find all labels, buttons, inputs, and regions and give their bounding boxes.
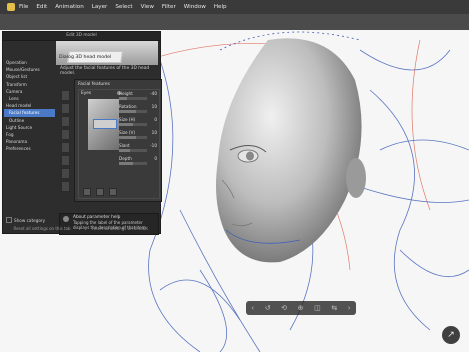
eye-preset-buttons bbox=[83, 188, 117, 196]
menu-edit[interactable]: Edit bbox=[36, 4, 47, 10]
facial-features-title: Facial features bbox=[78, 82, 110, 87]
prop-height[interactable]: Height -40 bbox=[119, 91, 157, 100]
eye-highlight bbox=[93, 119, 117, 129]
eyes-title: Eyes bbox=[81, 91, 92, 96]
canvas-control-bar: ‹ ↺ ⟲ ⊕ ◫ ⇆ › bbox=[246, 301, 356, 315]
category-panorama[interactable]: Panorama bbox=[4, 138, 55, 145]
prop-rotation-value: 10 bbox=[151, 104, 157, 109]
vertical-tool-strip bbox=[61, 90, 70, 192]
prop-size-h[interactable]: Size (H) 0 bbox=[119, 117, 157, 126]
category-camera[interactable]: Camera bbox=[4, 88, 55, 95]
dialog-title: Edit 3D model bbox=[3, 32, 160, 41]
prop-depth-slider[interactable] bbox=[119, 162, 147, 165]
prop-size-h-slider[interactable] bbox=[119, 123, 147, 126]
facial-features-panel: Facial features Eyes Height -40 Rotation… bbox=[74, 79, 162, 202]
prop-size-v-value: 10 bbox=[151, 130, 157, 135]
menu-window[interactable]: Window bbox=[184, 4, 206, 10]
edit-3d-model-dialog: Edit 3D model Dialog 3D head model Opera… bbox=[2, 31, 162, 235]
reset-tab-button[interactable]: Reset all settings on this tab bbox=[7, 225, 77, 233]
menu-bar: File Edit Animation Layer Select View Fi… bbox=[0, 0, 469, 14]
eye-preset-button[interactable] bbox=[109, 188, 117, 196]
expand-icon[interactable]: ↗ bbox=[442, 326, 460, 344]
prop-depth-label[interactable]: Depth bbox=[119, 156, 157, 161]
tool-button[interactable] bbox=[61, 129, 70, 140]
section-description: Adjust the facial features of the 3D hea… bbox=[60, 66, 150, 77]
prop-slant-slider[interactable] bbox=[119, 149, 147, 152]
tool-button[interactable] bbox=[61, 90, 70, 101]
prop-size-h-label[interactable]: Size (H) bbox=[119, 117, 157, 122]
prop-rotation-slider[interactable] bbox=[119, 110, 147, 113]
category-outline[interactable]: Outline bbox=[4, 117, 55, 124]
menu-select[interactable]: Select bbox=[115, 4, 132, 10]
menu-layer[interactable]: Layer bbox=[92, 4, 108, 10]
prop-depth-value: 0 bbox=[154, 156, 157, 161]
category-lens[interactable]: Lens bbox=[4, 95, 55, 102]
info-icon bbox=[63, 216, 69, 222]
category-object-list[interactable]: Object list bbox=[4, 73, 55, 80]
tool-button[interactable] bbox=[61, 116, 70, 127]
zoom-icon[interactable]: ⊕ bbox=[298, 304, 304, 312]
tool-button[interactable] bbox=[61, 142, 70, 153]
menu-view[interactable]: View bbox=[141, 4, 154, 10]
eye-preset-button[interactable] bbox=[83, 188, 91, 196]
app-icon bbox=[7, 3, 15, 11]
prop-rotation[interactable]: Rotation 10 bbox=[119, 104, 157, 113]
category-preferences[interactable]: Preferences bbox=[4, 145, 55, 152]
category-head-model[interactable]: Head model bbox=[4, 102, 55, 109]
prop-size-v[interactable]: Size (V) 10 bbox=[119, 130, 157, 139]
preview-caption: Dialog 3D head model bbox=[59, 55, 112, 60]
menu-animation[interactable]: Animation bbox=[55, 4, 84, 10]
category-transform[interactable]: Transform bbox=[4, 81, 55, 88]
prop-height-value: -40 bbox=[150, 91, 157, 96]
rotate-icon[interactable]: ↺ bbox=[265, 304, 271, 312]
category-operation[interactable]: Operation bbox=[4, 59, 55, 66]
eye-preset-button[interactable] bbox=[96, 188, 104, 196]
prop-size-h-value: 0 bbox=[154, 117, 157, 122]
category-facial-features[interactable]: Facial features bbox=[4, 109, 55, 117]
category-light-source[interactable]: Light Source bbox=[4, 124, 55, 131]
eye-preview bbox=[88, 99, 119, 150]
prop-slant-value: -10 bbox=[150, 143, 157, 148]
toolbar-strip bbox=[0, 14, 469, 31]
eyes-group: Eyes Height -40 Rotation 10 Size (H) 0 S… bbox=[78, 89, 160, 199]
show-category-label: Show category bbox=[14, 217, 46, 223]
category-fog[interactable]: Fog bbox=[4, 131, 55, 138]
tool-button[interactable] bbox=[61, 155, 70, 166]
prop-height-slider[interactable] bbox=[119, 97, 147, 100]
flip-icon[interactable]: ⇆ bbox=[331, 304, 337, 312]
undo-rotate-icon[interactable]: ⟲ bbox=[281, 304, 287, 312]
menu-filter[interactable]: Filter bbox=[162, 4, 176, 10]
fit-icon[interactable]: ◫ bbox=[314, 304, 321, 312]
menu-help[interactable]: Help bbox=[214, 4, 227, 10]
reset-all-button[interactable]: Reset all settings on default bbox=[83, 225, 157, 233]
tool-button[interactable] bbox=[61, 181, 70, 192]
tool-button[interactable] bbox=[61, 103, 70, 114]
prop-size-v-slider[interactable] bbox=[119, 136, 147, 139]
category-list: Operation Mouse/Gestures Object list Tra… bbox=[4, 59, 55, 152]
tool-button[interactable] bbox=[61, 168, 70, 179]
show-category-checkbox[interactable] bbox=[6, 217, 12, 223]
next-icon[interactable]: › bbox=[348, 304, 351, 312]
prop-slant[interactable]: Slant -10 bbox=[119, 143, 157, 152]
prev-icon[interactable]: ‹ bbox=[251, 304, 254, 312]
show-category-toggle[interactable]: Show category bbox=[6, 217, 45, 223]
category-mouse-gestures[interactable]: Mouse/Gestures bbox=[4, 66, 55, 73]
preview-image bbox=[56, 41, 158, 65]
prop-depth[interactable]: Depth 0 bbox=[119, 156, 157, 165]
menu-file[interactable]: File bbox=[19, 4, 28, 10]
